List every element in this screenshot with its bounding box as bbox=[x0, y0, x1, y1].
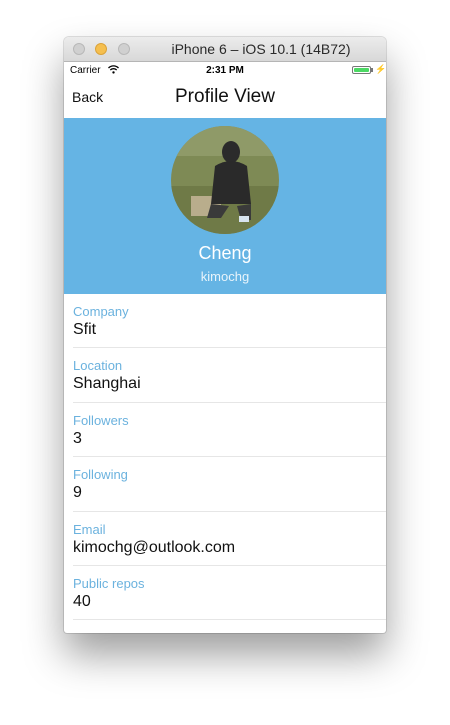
info-label: Followers bbox=[73, 412, 129, 428]
profile-info-list: Company Sfit Location Shanghai Followers… bbox=[64, 294, 386, 621]
info-label: Following bbox=[73, 467, 128, 483]
battery-tip bbox=[371, 68, 373, 72]
info-row-public-repos: Public repos 40 bbox=[73, 566, 386, 621]
info-row-followers: Followers 3 bbox=[73, 403, 386, 458]
page-title: Profile View bbox=[175, 86, 275, 107]
info-label: Email bbox=[73, 521, 106, 537]
info-label: Company bbox=[73, 304, 129, 319]
status-bar: Carrier 2:31 PM ⚡ bbox=[64, 62, 386, 80]
info-label: Location bbox=[73, 358, 123, 374]
info-row-location: Location Shanghai bbox=[73, 348, 386, 403]
profile-username: kimochg bbox=[200, 269, 250, 284]
info-row-email: Email kimochg@outlook.com bbox=[73, 512, 386, 566]
minimize-window-button[interactable] bbox=[95, 43, 107, 55]
info-value: kimochg@outlook.com bbox=[73, 538, 236, 556]
profile-name: Cheng bbox=[198, 243, 252, 263]
battery-icon bbox=[352, 66, 371, 74]
close-window-button[interactable] bbox=[73, 43, 85, 55]
info-value: 9 bbox=[73, 484, 82, 502]
zoom-window-button[interactable] bbox=[118, 43, 130, 55]
window-titlebar: iPhone 6 – iOS 10.1 (14B72) bbox=[64, 37, 386, 62]
info-row-following: Following 9 bbox=[73, 457, 386, 512]
navigation-bar: Back Profile View bbox=[64, 80, 386, 118]
avatar bbox=[171, 126, 279, 234]
info-value: 3 bbox=[73, 429, 82, 447]
info-row-company: Company Sfit bbox=[73, 294, 386, 349]
info-value: Sfit bbox=[73, 321, 97, 338]
charging-bolt-icon: ⚡ bbox=[375, 64, 386, 74]
profile-header: Cheng kimochg bbox=[64, 118, 386, 294]
status-time: 2:31 PM bbox=[206, 65, 244, 76]
simulator-window: iPhone 6 – iOS 10.1 (14B72) Carrier 2:31… bbox=[64, 37, 386, 633]
window-title: iPhone 6 – iOS 10.1 (14B72) bbox=[171, 41, 351, 57]
info-value: 40 bbox=[73, 592, 91, 610]
info-label: Public repos bbox=[73, 575, 145, 591]
info-value: Shanghai bbox=[73, 375, 141, 393]
